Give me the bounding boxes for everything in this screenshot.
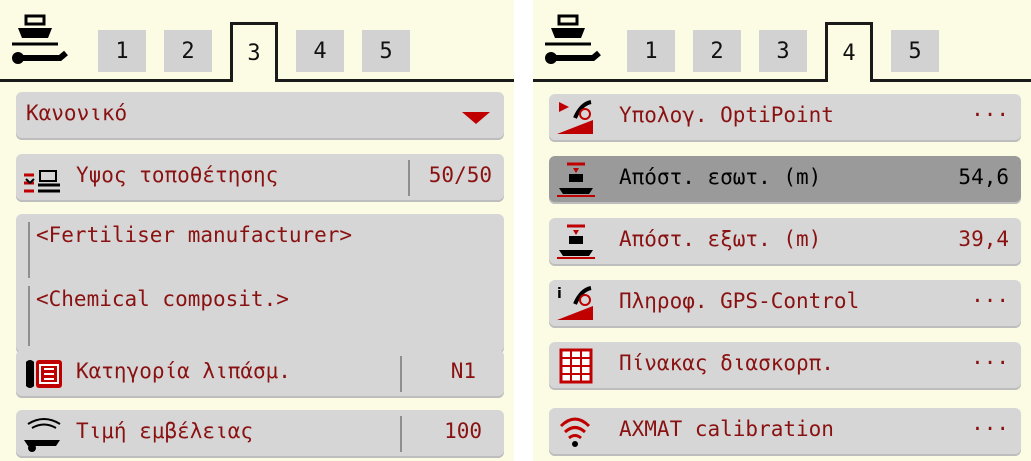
- chevron-down-icon: [462, 112, 490, 124]
- tab-4[interactable]: 4: [296, 30, 344, 72]
- spreading-chart-more: ···: [971, 351, 1009, 375]
- height-icon: [24, 170, 60, 193]
- fertiliser-category-row[interactable]: Κατηγορία λιπάσμ. N1: [16, 350, 504, 398]
- text-cursor-bar: [28, 286, 30, 346]
- inner-distance-label: Απόστ. εσωτ. (m): [619, 165, 822, 189]
- right-tab-bar: 1 2 3 4 5: [533, 0, 1031, 82]
- range-value: 100: [444, 419, 482, 443]
- left-panel: 1 2 3 4 5 Κανονικό Υψος τοποθέτησης 50/5…: [0, 0, 514, 461]
- gps-control-more: ···: [971, 289, 1009, 313]
- tab-2[interactable]: 2: [693, 30, 741, 72]
- gps-control-row[interactable]: i Πληροφ. GPS-Control ···: [549, 280, 1021, 328]
- axmat-label: AXMAT calibration: [619, 417, 834, 441]
- chemical-composition-row[interactable]: <Chemical composit.>: [16, 278, 504, 354]
- text-cursor-bar: [28, 222, 30, 282]
- inner-distance-row[interactable]: Απόστ. εσωτ. (m) 54,6: [549, 156, 1021, 204]
- tab-2[interactable]: 2: [164, 30, 212, 72]
- outer-distance-value: 39,4: [958, 227, 1009, 251]
- spreading-mode-dropdown[interactable]: Κανονικό: [16, 92, 504, 140]
- spreading-chart-label: Πίνακας διασκορπ.: [619, 351, 834, 375]
- tab-5[interactable]: 5: [891, 30, 939, 72]
- tab-3[interactable]: 3: [759, 30, 807, 72]
- optipoint-icon: [557, 100, 593, 134]
- svg-text:i: i: [557, 286, 562, 302]
- inner-distance-icon: [557, 162, 595, 197]
- gps-control-label: Πληροφ. GPS-Control: [619, 289, 860, 313]
- tab-1[interactable]: 1: [98, 30, 146, 72]
- outer-distance-label: Απόστ. εξωτ. (m): [619, 227, 822, 251]
- fertiliser-category-icon: [26, 360, 62, 388]
- dropdown-value: Κανονικό: [26, 101, 128, 125]
- inner-distance-value: 54,6: [958, 165, 1009, 189]
- gps-control-icon: i: [557, 286, 593, 320]
- separator: [400, 416, 402, 452]
- range-label: Τιμή εμβέλειας: [76, 419, 254, 443]
- separator: [400, 356, 402, 392]
- optipoint-row[interactable]: Υπολογ. OptiPoint ···: [549, 94, 1021, 142]
- throwing-range-row[interactable]: Τιμή εμβέλειας 100: [16, 410, 504, 458]
- optipoint-label: Υπολογ. OptiPoint: [619, 103, 834, 127]
- spreading-chart-icon: [559, 348, 593, 384]
- axmat-icon: [559, 417, 591, 447]
- axmat-more: ···: [971, 417, 1009, 441]
- tab-5[interactable]: 5: [362, 30, 410, 72]
- composition-text: <Chemical composit.>: [36, 287, 289, 311]
- height-label: Υψος τοποθέτησης: [76, 163, 279, 187]
- axmat-calibration-row[interactable]: AXMAT calibration ···: [549, 408, 1021, 456]
- height-value: 50/50: [428, 163, 492, 187]
- machine-settings-icon: [12, 14, 68, 64]
- outer-distance-row[interactable]: Απόστ. εξωτ. (m) 39,4: [549, 218, 1021, 266]
- right-panel: 1 2 3 4 5 Υπολογ. OptiPoint ··· Απόστ. ε…: [533, 0, 1031, 461]
- manufacturer-text: <Fertiliser manufacturer>: [36, 223, 353, 247]
- throwing-range-icon: [24, 418, 61, 452]
- tab-3[interactable]: 3: [230, 22, 278, 82]
- outer-distance-icon: [557, 224, 595, 259]
- separator: [408, 160, 410, 196]
- left-tab-bar: 1 2 3 4 5: [0, 0, 514, 82]
- tab-1[interactable]: 1: [627, 30, 675, 72]
- optipoint-more: ···: [971, 103, 1009, 127]
- height-row[interactable]: Υψος τοποθέτησης 50/50: [16, 154, 504, 202]
- machine-settings-icon: [545, 14, 601, 64]
- category-value: N1: [450, 359, 476, 383]
- tab-4[interactable]: 4: [825, 22, 873, 82]
- spreading-chart-row[interactable]: Πίνακας διασκορπ. ···: [549, 342, 1021, 390]
- tab-divider: [533, 79, 1031, 82]
- category-label: Κατηγορία λιπάσμ.: [76, 359, 291, 383]
